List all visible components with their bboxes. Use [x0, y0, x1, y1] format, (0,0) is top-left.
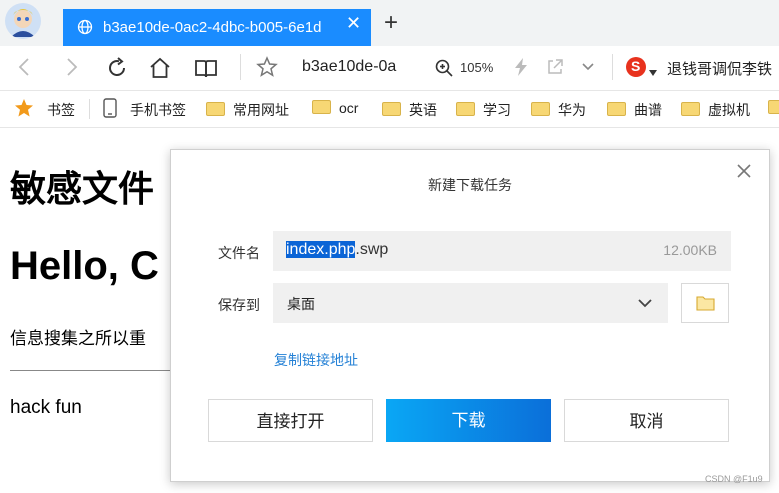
cancel-button[interactable]: 取消	[564, 399, 729, 442]
save-location-value: 桌面	[287, 296, 315, 312]
save-to-label: 保存到	[218, 297, 260, 313]
bookmark-folder-ocr[interactable]: ocr	[312, 100, 358, 116]
new-download-dialog: 新建下载任务 文件名 index.php.swp 12.00KB 保存到 桌面 …	[170, 149, 770, 482]
chevron-down-icon[interactable]	[580, 59, 596, 80]
download-button[interactable]: 下载	[386, 399, 551, 442]
bookmark-folder-vm[interactable]: 虚拟机	[681, 100, 750, 120]
page-body-text: hack fun	[10, 397, 82, 418]
dialog-title: 新建下载任务	[428, 177, 512, 193]
address-url[interactable]: b3ae10de-0a	[302, 58, 410, 76]
share-icon[interactable]	[546, 58, 564, 81]
folder-icon	[696, 295, 715, 316]
browse-folder-button[interactable]	[681, 283, 729, 323]
bookmark-folder-huawei[interactable]: 华为	[531, 100, 586, 120]
filename-extension: .swp	[355, 241, 389, 258]
bookmark-folder-common[interactable]: 常用网址	[206, 100, 289, 120]
divider	[612, 54, 613, 80]
folder-icon	[768, 100, 779, 114]
profile-avatar[interactable]	[5, 3, 41, 39]
bookmark-folder-label: 学习	[483, 102, 511, 118]
new-tab-button[interactable]: +	[384, 11, 398, 35]
zoom-icon[interactable]	[434, 58, 454, 83]
phone-icon	[103, 98, 117, 121]
divider	[240, 54, 241, 80]
folder-icon	[456, 102, 475, 116]
horizontal-rule	[10, 370, 180, 371]
bookmark-folder-label: 英语	[409, 102, 437, 118]
bookmark-item-mobile[interactable]: 手机书签	[130, 100, 186, 120]
forward-icon[interactable]	[60, 56, 82, 83]
page-heading-hello: Hello, C	[10, 244, 159, 288]
bookmark-folder-label: 华为	[558, 102, 586, 118]
bookmark-item-bookmarks[interactable]: 书签	[47, 100, 75, 120]
filename-label: 文件名	[218, 245, 260, 261]
caret-down-icon[interactable]	[649, 63, 657, 81]
filename-value[interactable]: index.php.swp	[286, 241, 388, 259]
zoom-level[interactable]: 105%	[460, 60, 493, 75]
file-size: 12.00KB	[663, 242, 717, 258]
reload-icon[interactable]	[105, 56, 129, 85]
folder-icon	[531, 102, 550, 116]
open-directly-button[interactable]: 直接打开	[208, 399, 373, 442]
chevron-down-icon[interactable]	[637, 295, 653, 316]
save-location-select[interactable]: 桌面	[273, 283, 668, 323]
bookmarks-bar: 书签 手机书签 常用网址 ocr 英语 学习 华为 曲谱 虚拟机	[0, 91, 779, 128]
divider	[89, 99, 90, 119]
bookmark-folder-label: 常用网址	[233, 102, 289, 118]
bookmark-folder-sheet-music[interactable]: 曲谱	[607, 100, 662, 120]
reader-mode-icon[interactable]	[194, 56, 218, 85]
bookmark-folder-english[interactable]: 英语	[382, 100, 437, 120]
navigation-bar: b3ae10de-0a 105% S 退钱哥调侃李铁	[0, 46, 779, 91]
search-engine-logo[interactable]: S	[626, 57, 646, 77]
bookmarks-star-icon	[14, 98, 34, 121]
folder-icon	[382, 102, 401, 116]
globe-icon	[77, 19, 93, 40]
folder-icon	[681, 102, 700, 116]
search-engine-logo-letter: S	[631, 58, 641, 74]
tab-strip: b3ae10de-0ac2-4dbc-b005-6e1d ✕ +	[0, 0, 779, 46]
bookmark-folder-overflow[interactable]	[768, 100, 779, 116]
copy-link-address[interactable]: 复制链接地址	[274, 350, 358, 370]
watermark: CSDN @F1u9	[705, 474, 763, 484]
search-suggestion-ticker[interactable]: 退钱哥调侃李铁	[667, 58, 772, 79]
browser-tab-active[interactable]: b3ae10de-0ac2-4dbc-b005-6e1d ✕	[63, 9, 371, 46]
folder-icon	[312, 100, 331, 114]
favorite-star-icon[interactable]	[256, 56, 278, 83]
folder-icon	[607, 102, 626, 116]
tab-title: b3ae10de-0ac2-4dbc-b005-6e1d	[103, 19, 322, 36]
folder-icon	[206, 102, 225, 116]
tab-close-icon[interactable]: ✕	[346, 13, 361, 34]
back-icon[interactable]	[14, 56, 36, 83]
bookmark-folder-label: 虚拟机	[708, 102, 750, 118]
dialog-close-icon[interactable]	[737, 161, 751, 184]
filename-selected-text: index.php	[286, 241, 356, 258]
bookmark-folder-label: ocr	[339, 100, 359, 116]
home-icon[interactable]	[148, 56, 172, 85]
lightning-icon[interactable]	[514, 58, 528, 81]
bookmark-folder-study[interactable]: 学习	[456, 100, 511, 120]
filename-input[interactable]: index.php.swp 12.00KB	[273, 231, 731, 271]
page-heading-sensitive-files: 敏感文件	[10, 168, 155, 209]
bookmark-folder-label: 曲谱	[634, 102, 662, 118]
page-paragraph: 信息搜集之所以重	[10, 329, 146, 348]
